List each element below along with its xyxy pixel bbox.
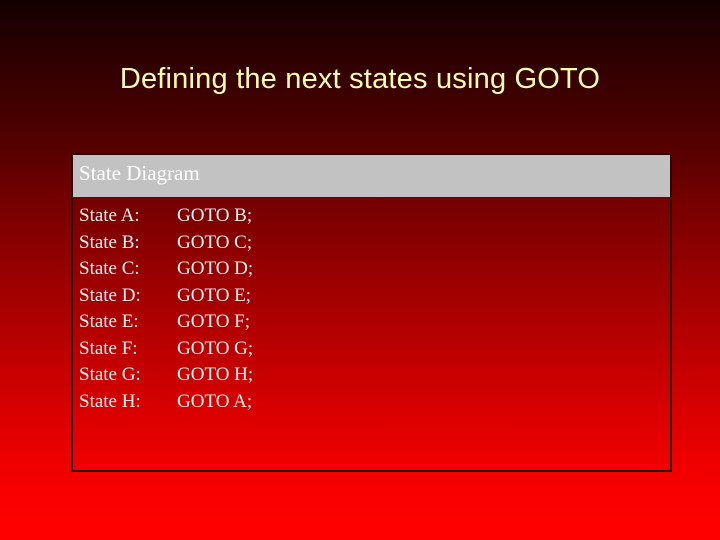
state-goto: GOTO B; <box>177 205 253 226</box>
table-row: State D: GOTO E; <box>73 283 670 310</box>
state-transition-list: State A: GOTO B; State B: GOTO C; State C:… <box>73 203 670 415</box>
table-row: State C: GOTO D; <box>73 256 670 283</box>
slide-canvas: Defining the next states using GOTO Stat… <box>0 0 720 540</box>
state-goto: GOTO A; <box>177 390 253 412</box>
table-row: State H: GOTO A; <box>73 389 670 416</box>
state-goto: GOTO D; <box>177 258 254 279</box>
state-name: State B: <box>79 231 140 253</box>
state-name: State E: <box>79 311 139 332</box>
state-diagram-header-label: State Diagram <box>79 161 200 185</box>
state-goto: GOTO H; <box>177 364 254 385</box>
state-goto: GOTO E; <box>177 284 252 306</box>
table-row: State A: GOTO B; <box>73 203 670 230</box>
table-row: State G: GOTO H; <box>73 362 670 389</box>
state-name: State C: <box>79 258 140 279</box>
state-name: State F: <box>79 337 138 359</box>
state-name: State H: <box>79 390 141 412</box>
state-name: State G: <box>79 364 141 385</box>
state-goto: GOTO F; <box>177 311 251 332</box>
state-goto: GOTO C; <box>177 231 253 253</box>
table-row: State F: GOTO G; <box>73 336 670 363</box>
table-row: State E: GOTO F; <box>73 309 670 336</box>
state-diagram-header-bar: State Diagram <box>73 155 670 197</box>
state-goto: GOTO G; <box>177 337 254 359</box>
state-diagram-box: State Diagram State A: GOTO B; State B: GO… <box>71 153 672 472</box>
state-name: State D: <box>79 284 141 306</box>
page-title: Defining the next states using GOTO <box>119 63 601 95</box>
state-name: State A: <box>79 205 140 226</box>
table-row: State B: GOTO C; <box>73 230 670 257</box>
